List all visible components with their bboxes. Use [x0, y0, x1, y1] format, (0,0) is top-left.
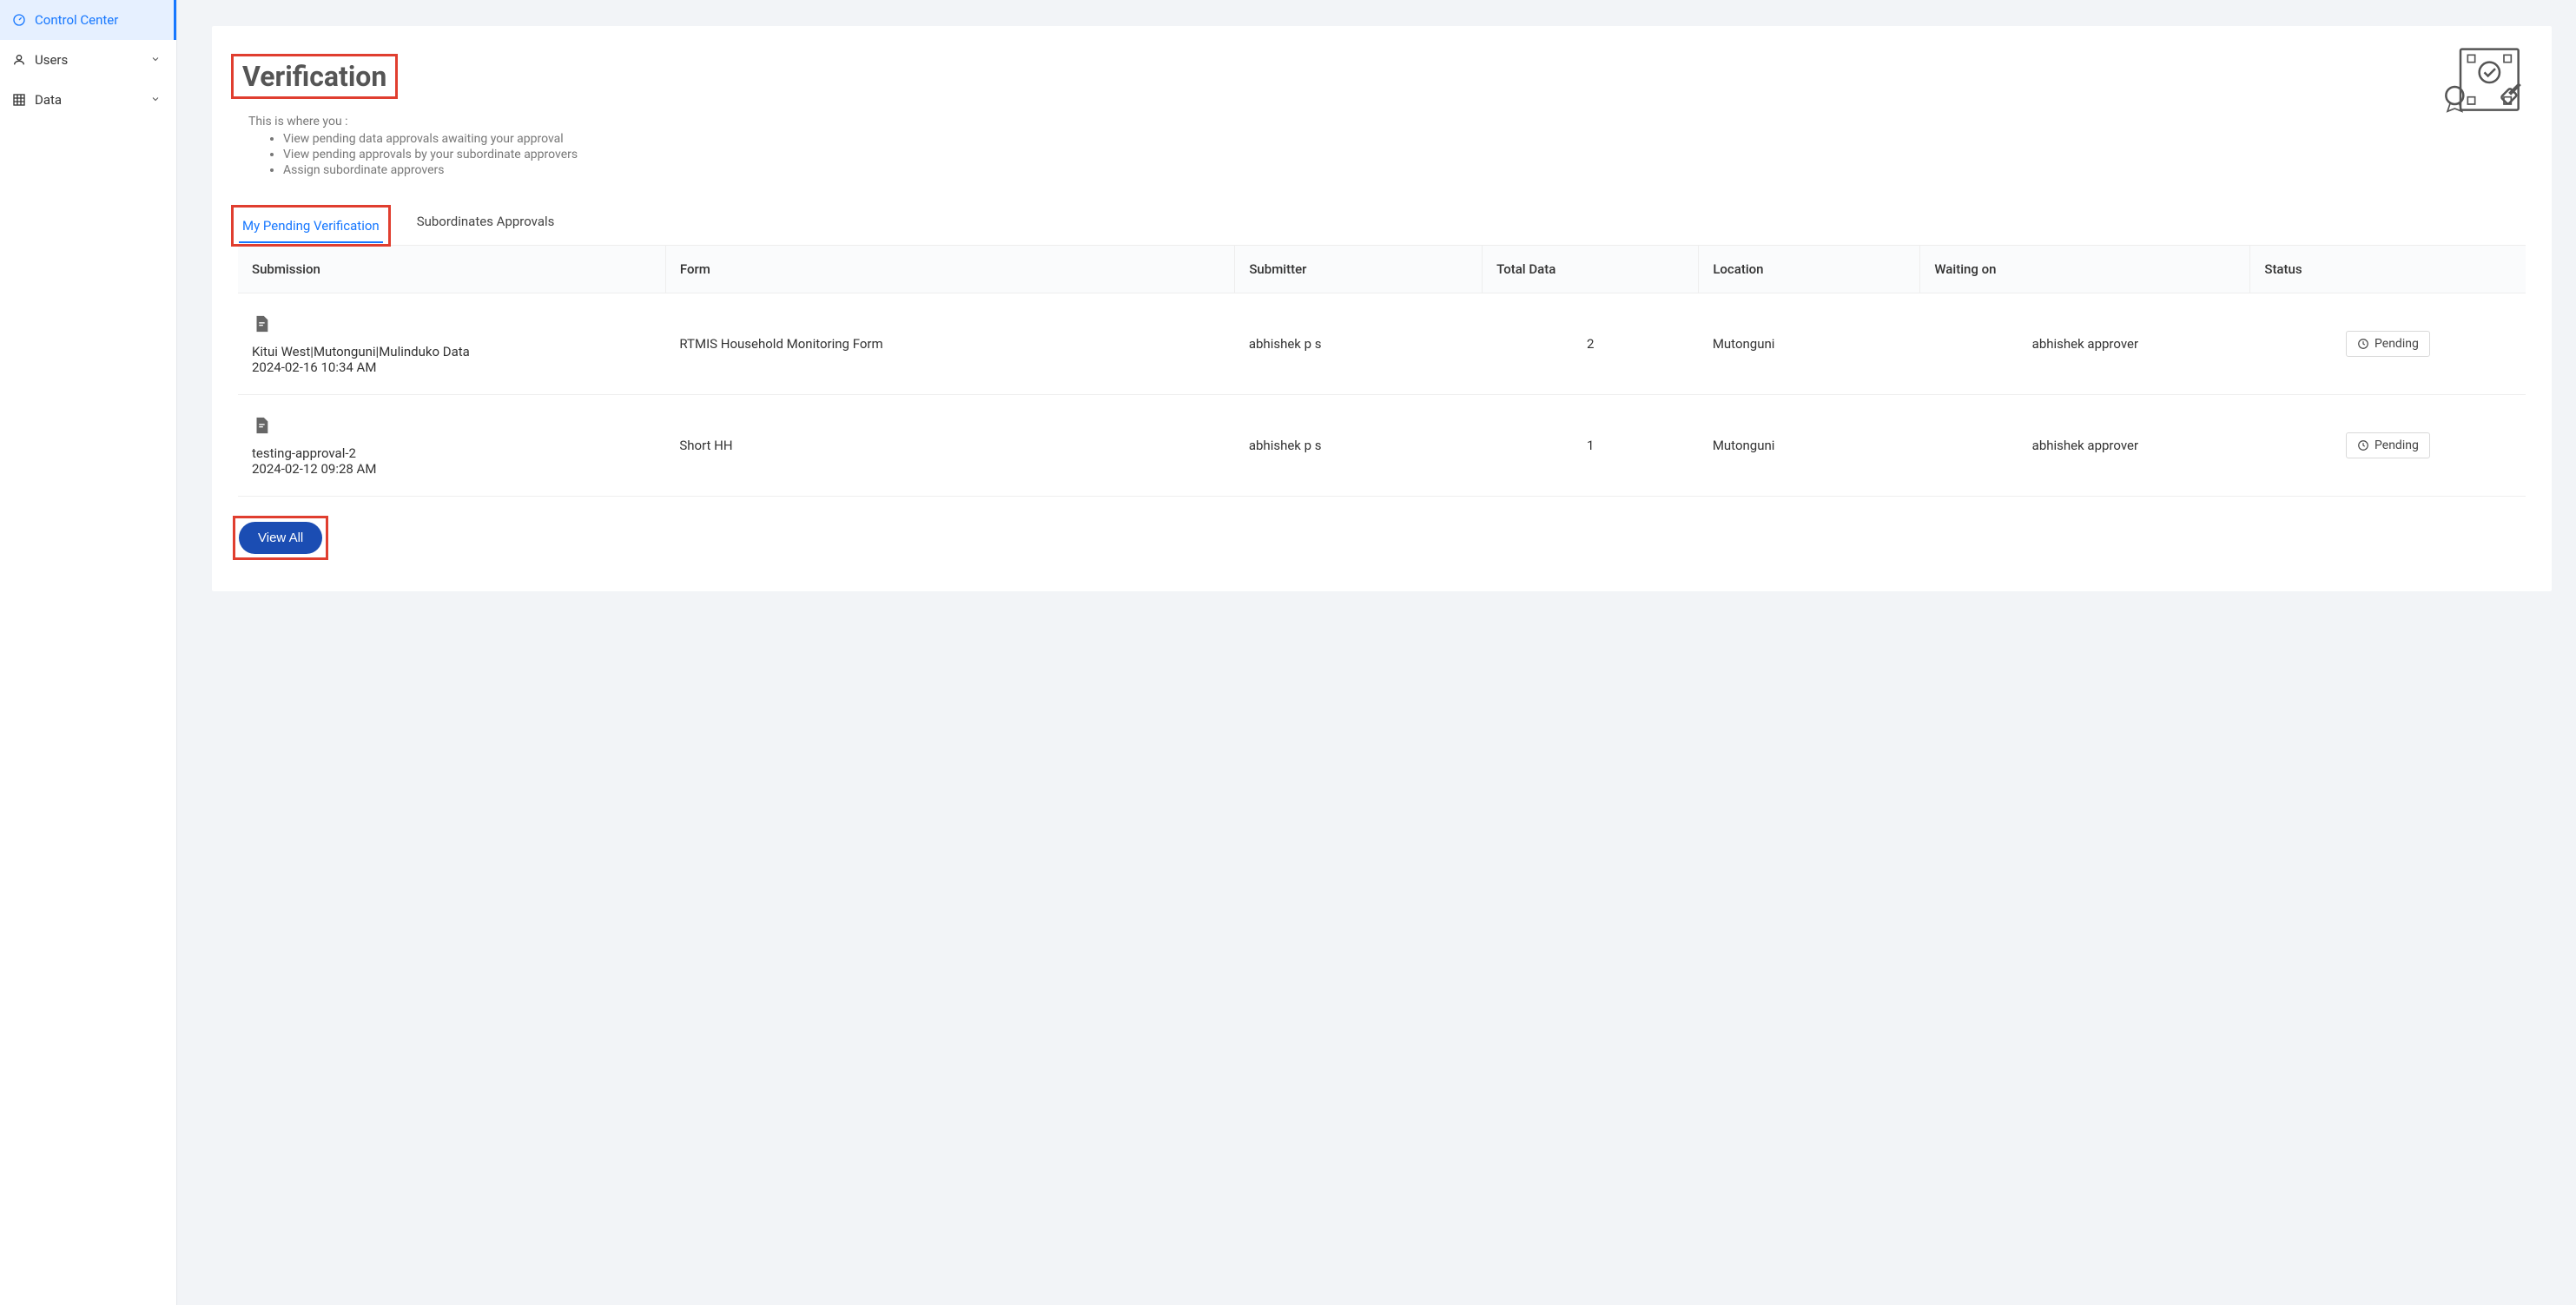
- tab-label: Subordinates Approvals: [417, 214, 555, 229]
- col-total-data: Total Data: [1483, 246, 1699, 293]
- table-header-row: Submission Form Submitter Total Data Loc…: [238, 246, 2526, 293]
- col-submitter: Submitter: [1235, 246, 1483, 293]
- page-title-highlight: Verification: [231, 54, 398, 99]
- intro-item: Assign subordinate approvers: [283, 163, 578, 177]
- verification-hero-icon: [2439, 43, 2526, 122]
- intro-block: This is where you : View pending data ap…: [248, 115, 578, 177]
- table-row[interactable]: testing-approval-2 2024-02-12 09:28 AM S…: [238, 395, 2526, 497]
- view-all-label: View All: [258, 531, 303, 545]
- cell-submitter: abhishek p s: [1235, 293, 1483, 395]
- col-location: Location: [1699, 246, 1920, 293]
- tab-subordinates-approvals[interactable]: Subordinates Approvals: [413, 205, 558, 245]
- status-label: Pending: [2375, 438, 2419, 452]
- tab-my-pending-verification[interactable]: My Pending Verification: [239, 209, 383, 242]
- dashboard-icon: [12, 13, 26, 27]
- file-icon: [252, 313, 651, 339]
- clock-icon: [2357, 338, 2369, 350]
- intro-lead: This is where you :: [248, 115, 578, 129]
- intro-item: View pending data approvals awaiting you…: [283, 132, 578, 146]
- submission-title: Kitui West|Mutonguni|Mulinduko Data: [252, 344, 651, 359]
- col-form: Form: [665, 246, 1234, 293]
- sidebar-item-label: Users: [35, 52, 68, 68]
- view-all-highlight: View All: [233, 516, 328, 560]
- cell-form: RTMIS Household Monitoring Form: [665, 293, 1234, 395]
- col-status: Status: [2250, 246, 2526, 293]
- cell-waiting-on: abhishek approver: [1920, 395, 2250, 497]
- cell-location: Mutonguni: [1699, 395, 1920, 497]
- table-row[interactable]: Kitui West|Mutonguni|Mulinduko Data 2024…: [238, 293, 2526, 395]
- tab-label: My Pending Verification: [242, 218, 380, 234]
- sidebar-item-control-center[interactable]: Control Center: [0, 0, 176, 40]
- grid-icon: [12, 93, 26, 107]
- sidebar: Control Center Users Data: [0, 0, 177, 1305]
- cell-waiting-on: abhishek approver: [1920, 293, 2250, 395]
- tab-highlight: My Pending Verification: [231, 205, 391, 247]
- col-submission: Submission: [238, 246, 665, 293]
- sidebar-item-label: Data: [35, 92, 62, 108]
- cell-total-data: 2: [1483, 293, 1699, 395]
- submission-title: testing-approval-2: [252, 445, 651, 461]
- cell-form: Short HH: [665, 395, 1234, 497]
- submission-date: 2024-02-16 10:34 AM: [252, 359, 651, 375]
- submission-date: 2024-02-12 09:28 AM: [252, 461, 651, 477]
- verification-table: Submission Form Submitter Total Data Loc…: [238, 246, 2526, 497]
- chevron-down-icon: [150, 54, 161, 67]
- file-icon: [252, 414, 651, 440]
- cell-total-data: 1: [1483, 395, 1699, 497]
- sidebar-item-label: Control Center: [35, 12, 118, 28]
- page-title: Verification: [242, 60, 386, 93]
- status-label: Pending: [2375, 337, 2419, 351]
- tabs: My Pending Verification Subordinates App…: [238, 205, 2526, 246]
- intro-item: View pending approvals by your subordina…: [283, 148, 578, 161]
- col-waiting-on: Waiting on: [1920, 246, 2250, 293]
- view-all-button[interactable]: View All: [239, 522, 322, 554]
- sidebar-item-users[interactable]: Users: [0, 40, 176, 80]
- cell-submitter: abhishek p s: [1235, 395, 1483, 497]
- status-badge: Pending: [2346, 432, 2430, 458]
- user-icon: [12, 53, 26, 67]
- chevron-down-icon: [150, 94, 161, 107]
- main-content: Verification This is where you : View pe…: [177, 0, 2576, 1305]
- cell-location: Mutonguni: [1699, 293, 1920, 395]
- sidebar-item-data[interactable]: Data: [0, 80, 176, 120]
- status-badge: Pending: [2346, 331, 2430, 357]
- clock-icon: [2357, 439, 2369, 451]
- verification-card: Verification This is where you : View pe…: [212, 26, 2552, 591]
